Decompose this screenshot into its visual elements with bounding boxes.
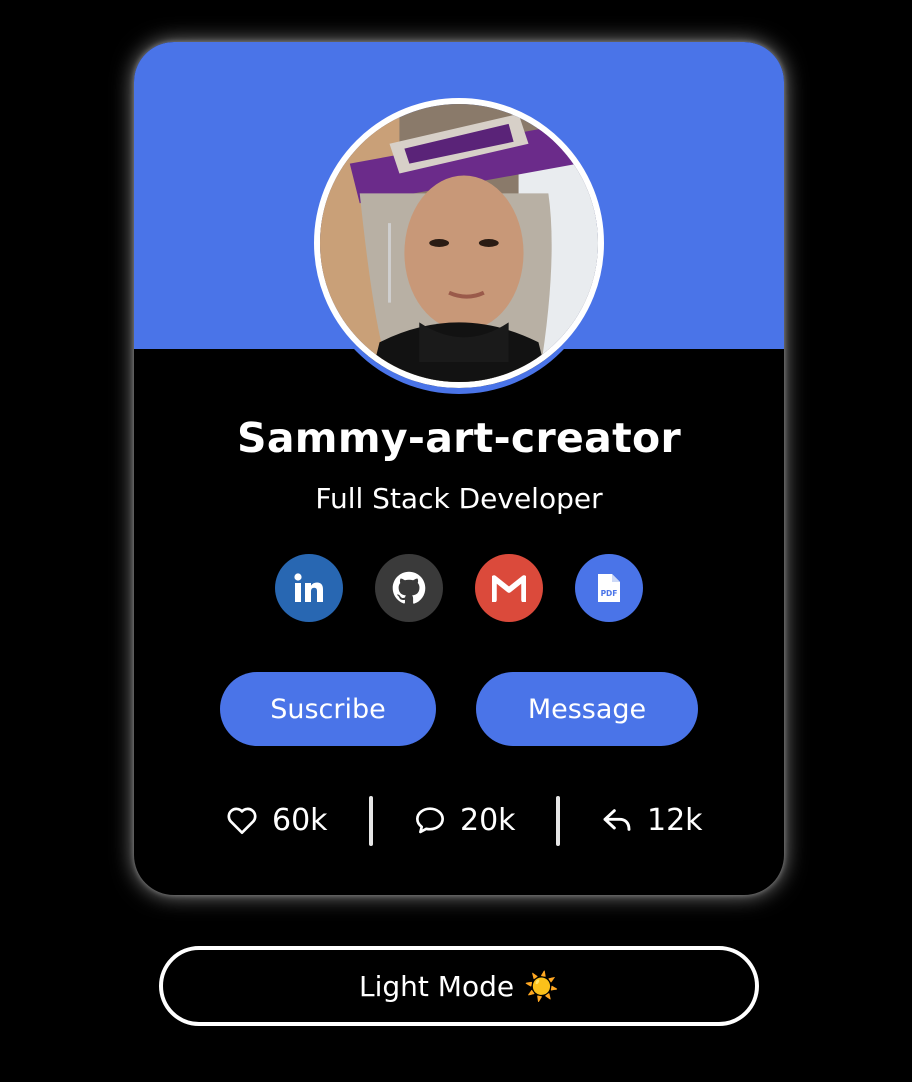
- shares-stat[interactable]: 12k: [601, 794, 703, 846]
- shares-count: 12k: [647, 802, 703, 838]
- github-button[interactable]: [375, 554, 443, 622]
- pdf-file-icon: PDF: [598, 574, 620, 602]
- reply-arrow-icon: [603, 809, 631, 831]
- theme-toggle-button[interactable]: Light Mode ☀️: [159, 946, 759, 1026]
- message-button[interactable]: Message: [476, 672, 698, 746]
- comments-count: 20k: [460, 802, 516, 838]
- gmail-icon: [492, 575, 526, 602]
- stat-divider: [369, 796, 373, 846]
- profile-card: Sammy-art-creator Full Stack Developer P…: [134, 42, 784, 895]
- profile-avatar: [314, 98, 604, 388]
- comment-icon: [416, 807, 444, 834]
- github-icon: [392, 571, 426, 604]
- pdf-label: PDF: [601, 589, 618, 598]
- likes-count: 60k: [272, 802, 328, 838]
- likes-stat[interactable]: 60k: [226, 794, 328, 846]
- profile-role: Full Stack Developer: [315, 482, 603, 515]
- linkedin-icon: [294, 573, 323, 602]
- stat-divider: [556, 796, 560, 846]
- subscribe-button[interactable]: Suscribe: [220, 672, 436, 746]
- comments-stat[interactable]: 20k: [414, 794, 516, 846]
- sun-icon: ☀️: [524, 969, 559, 1003]
- resume-pdf-button[interactable]: PDF: [575, 554, 643, 622]
- heart-icon: [227, 807, 257, 835]
- gmail-button[interactable]: [475, 554, 543, 622]
- theme-toggle-label: Light Mode: [359, 969, 515, 1003]
- profile-name: Sammy-art-creator: [237, 414, 681, 462]
- linkedin-button[interactable]: [275, 554, 343, 622]
